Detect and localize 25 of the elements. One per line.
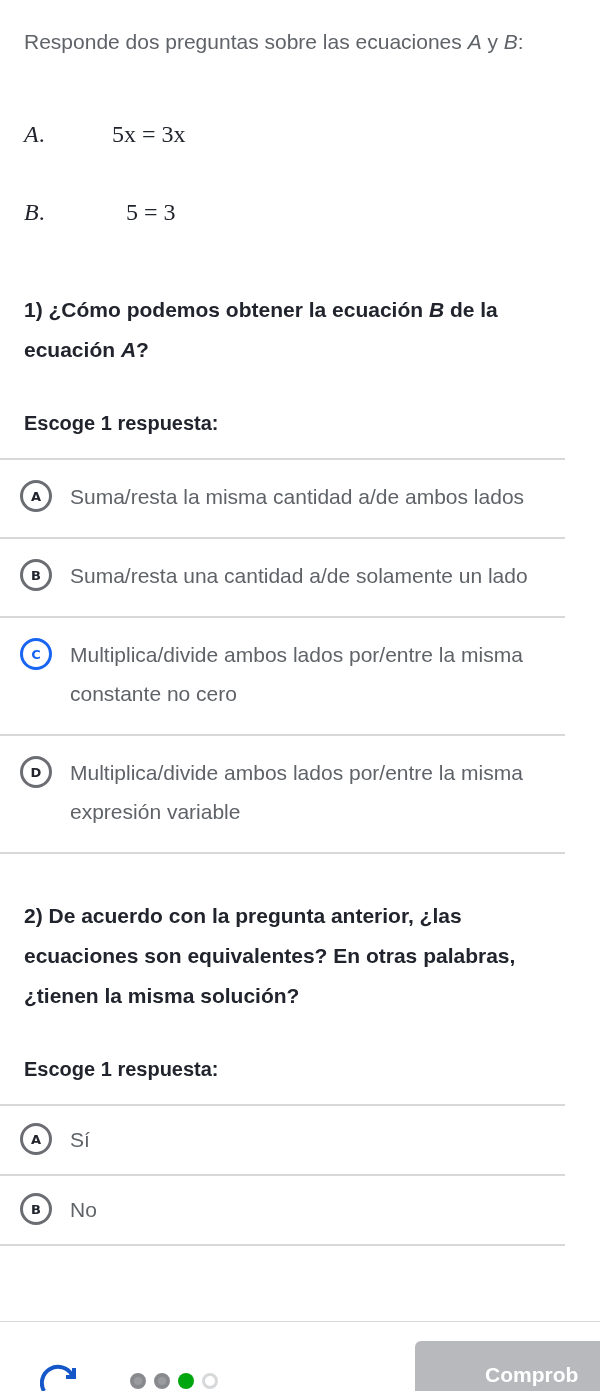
choice-letter-button[interactable]: B xyxy=(20,1193,52,1225)
choice-letter-button[interactable]: D xyxy=(20,756,52,788)
choice-text[interactable]: Multiplica/divide ambos lados por/entre la misma constante no cero xyxy=(70,635,565,713)
question-text: 2) De acuerdo con la pregunta anterior, ¿las ecuaciones son equivalentes? En otras palabras, ¿tienen la misma solución? xyxy=(24,903,517,1009)
question-text: 1) ¿Cómo podemos obtener la ecuación B de la ecuación A? xyxy=(24,297,499,363)
progress-dot xyxy=(178,1373,194,1389)
choice-letter-button[interactable]: A xyxy=(20,480,52,512)
progress-dot xyxy=(202,1373,218,1389)
choice-letter-button[interactable]: C xyxy=(20,638,52,670)
progress-dot xyxy=(154,1373,170,1389)
choice-letter-button[interactable]: A xyxy=(20,1123,52,1155)
progress-dot xyxy=(130,1373,146,1389)
equation-label: B. xyxy=(24,198,46,226)
equation: 5 = 3 xyxy=(126,198,176,226)
instruction-text: Escoge 1 respuesta: xyxy=(24,1057,220,1082)
choice-text[interactable]: No xyxy=(70,1190,97,1229)
equation: 5x = 3x xyxy=(112,120,186,148)
choice-letter-button[interactable]: B xyxy=(20,559,52,591)
intro-text: Responde dos preguntas sobre las ecuaciones A y B: xyxy=(24,29,525,55)
choice-text[interactable]: Sí xyxy=(70,1120,90,1159)
instruction-text: Escoge 1 respuesta: xyxy=(24,411,220,436)
choice-text[interactable]: Suma/resta una cantidad a/de solamente un lado xyxy=(70,556,528,595)
choice-text[interactable]: Multiplica/divide ambos lados por/entre la misma expresión variable xyxy=(70,753,565,831)
equation-label: A. xyxy=(24,120,46,148)
choice-text[interactable]: Suma/resta la misma cantidad a/de ambos lados xyxy=(70,477,525,516)
